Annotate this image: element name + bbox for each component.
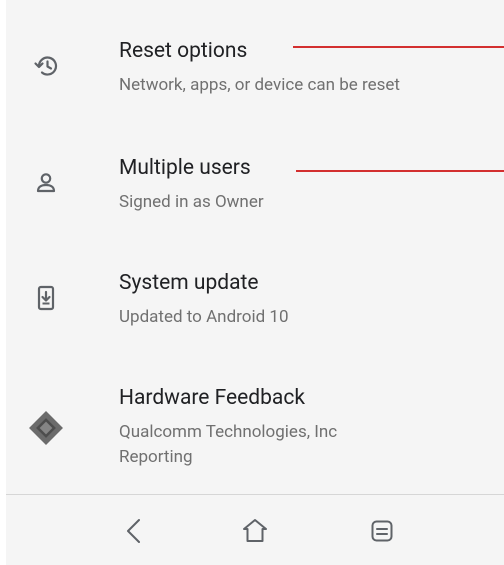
settings-screen: Reset options Network, apps, or device c… bbox=[0, 0, 504, 565]
settings-list: Reset options Network, apps, or device c… bbox=[6, 0, 504, 565]
multiple-users-item[interactable]: Multiple users Signed in as Owner bbox=[6, 145, 504, 225]
multiple-users-subtitle: Signed in as Owner bbox=[119, 192, 264, 212]
recents-icon[interactable] bbox=[366, 515, 398, 547]
reset-options-subtitle: Network, apps, or device can be reset bbox=[119, 75, 400, 95]
chip-icon bbox=[26, 408, 66, 448]
hardware-feedback-title: Hardware Feedback bbox=[119, 386, 305, 410]
annotation-line bbox=[293, 46, 504, 48]
hardware-feedback-subtitle-line1: Qualcomm Technologies, Inc bbox=[119, 422, 338, 442]
multiple-users-title: Multiple users bbox=[119, 156, 251, 180]
reset-options-title: Reset options bbox=[119, 39, 248, 63]
home-icon[interactable] bbox=[239, 515, 271, 547]
system-update-subtitle: Updated to Android 10 bbox=[119, 307, 289, 327]
hardware-feedback-item[interactable]: Hardware Feedback Qualcomm Technologies,… bbox=[6, 375, 504, 480]
person-icon bbox=[30, 167, 62, 199]
annotation-line bbox=[296, 170, 504, 172]
hardware-feedback-subtitle-line2: Reporting bbox=[119, 447, 193, 467]
system-update-title: System update bbox=[119, 271, 259, 295]
history-icon bbox=[30, 50, 62, 82]
system-update-icon bbox=[30, 282, 62, 314]
navigation-bar bbox=[6, 495, 504, 565]
system-update-item[interactable]: System update Updated to Android 10 bbox=[6, 260, 504, 340]
back-icon[interactable] bbox=[118, 515, 150, 547]
reset-options-item[interactable]: Reset options Network, apps, or device c… bbox=[6, 28, 504, 108]
